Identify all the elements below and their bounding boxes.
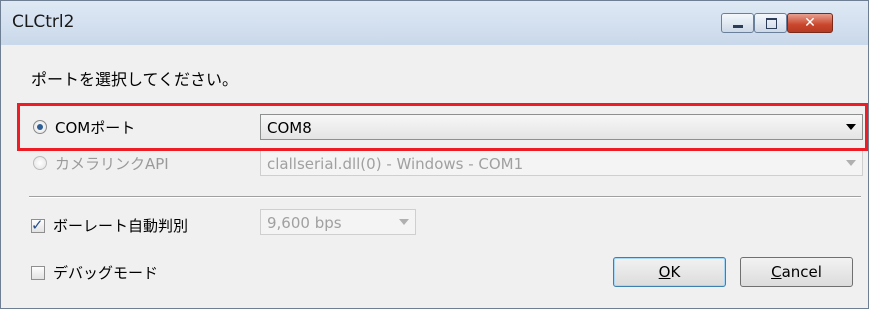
debug-mode-label[interactable]: デバッグモード [53, 262, 158, 283]
cancel-label-rest: ancel [781, 263, 822, 281]
cancel-mnemonic: C [771, 263, 782, 281]
debug-mode-checkbox[interactable] [31, 266, 45, 280]
dialog-client-area: ポートを選択してください。 COMポート COM8 カメラリンクAPI clal… [1, 45, 868, 308]
com-port-value: COM8 [267, 119, 312, 137]
camera-link-select[interactable]: clallserial.dll(0) - Windows - COM1 [260, 150, 863, 176]
minimize-icon [733, 25, 743, 28]
camera-link-value: clallserial.dll(0) - Windows - COM1 [267, 155, 524, 173]
ok-label-rest: K [670, 263, 681, 281]
checkmark-icon: ✓ [31, 216, 44, 234]
com-port-radio[interactable] [33, 120, 47, 134]
close-button[interactable]: ✕ [787, 13, 833, 33]
window-title: CLCtrl2 [12, 12, 75, 32]
minimize-button[interactable] [721, 13, 754, 33]
chevron-down-icon [846, 160, 856, 166]
baud-rate-select[interactable]: 9,600 bps [260, 209, 416, 235]
dialog-window: CLCtrl2 ✕ ポートを選択してください。 COMポート COM8 カメラリ… [0, 0, 869, 309]
chevron-down-icon [399, 219, 409, 225]
maximize-button[interactable] [754, 13, 787, 33]
com-port-label[interactable]: COMポート [55, 117, 135, 138]
separator [29, 196, 861, 198]
auto-baud-label[interactable]: ボーレート自動判別 [53, 215, 188, 236]
close-icon: ✕ [804, 15, 816, 31]
maximize-icon [766, 18, 777, 29]
auto-baud-checkbox[interactable]: ✓ [31, 216, 45, 234]
baud-rate-value: 9,600 bps [267, 214, 342, 232]
ok-mnemonic: O [658, 263, 671, 281]
prompt-text: ポートを選択してください。 [31, 70, 239, 89]
ok-button[interactable]: OK [613, 257, 726, 287]
chevron-down-icon [846, 124, 856, 130]
title-bar[interactable]: CLCtrl2 ✕ [1, 1, 868, 45]
camera-link-label[interactable]: カメラリンクAPI [55, 153, 169, 174]
cancel-button[interactable]: Cancel [740, 257, 853, 287]
com-port-select[interactable]: COM8 [260, 114, 863, 140]
camera-link-radio[interactable] [33, 156, 47, 170]
